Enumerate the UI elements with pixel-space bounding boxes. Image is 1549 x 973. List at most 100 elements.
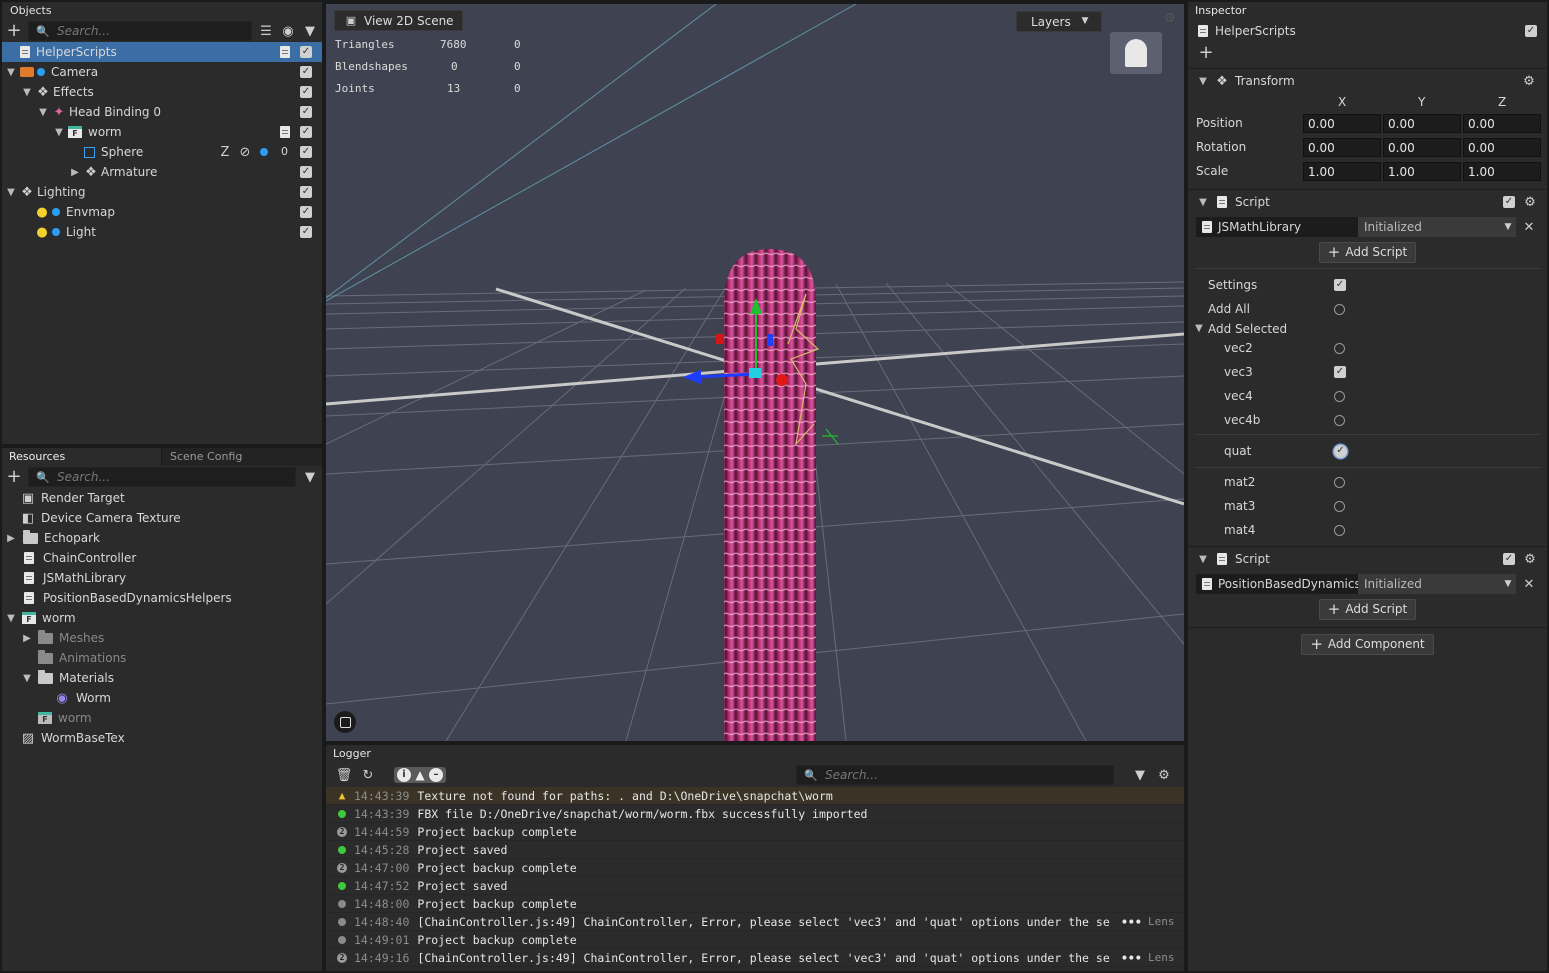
chevron-down-icon[interactable]: ▼ bbox=[1198, 197, 1208, 208]
setting-checkbox[interactable]: ✓ bbox=[1334, 366, 1346, 378]
view-2d-scene-button[interactable]: ▣ View 2D Scene bbox=[334, 10, 463, 31]
setting-checkbox[interactable]: ✓ bbox=[1334, 444, 1347, 458]
warning-icon[interactable]: ▲ bbox=[413, 768, 427, 782]
rotation-z-field[interactable]: 0.00 bbox=[1463, 137, 1541, 157]
log-row[interactable]: 14:48:00 Project backup complete bbox=[326, 895, 1184, 913]
log-row[interactable]: 14:49:01 Project backup complete bbox=[326, 931, 1184, 949]
resource-jsmathlibrary[interactable]: JSMathLibrary bbox=[2, 568, 322, 588]
logger-search-input[interactable]: 🔍 Search... bbox=[796, 765, 1114, 785]
list-options-icon[interactable]: ☰ bbox=[258, 23, 274, 39]
chevron-right-icon[interactable]: ▶ bbox=[6, 533, 16, 544]
gear-icon[interactable]: ⚙ bbox=[1156, 767, 1172, 783]
viewport-settings-icon[interactable]: ⚙ bbox=[1162, 10, 1178, 26]
tree-item-head-binding[interactable]: ▼ ✦ Head Binding 0 ✓ bbox=[2, 102, 322, 122]
view-cube[interactable] bbox=[1110, 32, 1162, 74]
resource-chaincontroller[interactable]: ChainController bbox=[2, 548, 322, 568]
enabled-checkbox[interactable]: ✓ bbox=[300, 146, 312, 158]
setting-checkbox[interactable] bbox=[1334, 500, 1345, 512]
more-icon[interactable]: ••• bbox=[1121, 915, 1142, 929]
resource-meshes[interactable]: ▶ Meshes bbox=[2, 628, 322, 648]
setting-checkbox[interactable] bbox=[1334, 303, 1345, 315]
add-component-button[interactable]: + Add Component bbox=[1301, 633, 1434, 655]
enabled-checkbox[interactable]: ✓ bbox=[300, 226, 312, 238]
tree-item-worm[interactable]: ▼ F worm ✓ bbox=[2, 122, 322, 142]
enabled-checkbox[interactable]: ✓ bbox=[300, 86, 312, 98]
eye-icon[interactable]: ◉ bbox=[280, 23, 296, 39]
script1-enabled-checkbox[interactable]: ✓ bbox=[1503, 196, 1515, 208]
resource-worm-mesh[interactable]: F worm bbox=[2, 708, 322, 728]
filter-icon[interactable]: ▼ bbox=[1132, 767, 1148, 783]
chevron-down-icon[interactable]: ▼ bbox=[6, 187, 16, 198]
chevron-down-icon[interactable]: ▼ bbox=[6, 67, 16, 78]
chevron-down-icon[interactable]: ▼ bbox=[1198, 76, 1208, 87]
scene-viewport[interactable]: ▣ View 2D Scene Layers ▼ ⚙ Triangles 768… bbox=[326, 4, 1184, 741]
chevron-down-icon[interactable]: ▼ bbox=[1194, 323, 1204, 334]
resource-worm-material[interactable]: ◉ Worm bbox=[2, 688, 322, 708]
resource-echopark[interactable]: ▶ Echopark bbox=[2, 528, 322, 548]
transform-header[interactable]: ▼ ❖ Transform ⚙ bbox=[1188, 68, 1547, 93]
log-row[interactable]: 2 14:47:00 Project backup complete bbox=[326, 859, 1184, 877]
filter-icon[interactable]: ▼ bbox=[302, 469, 318, 485]
add-icon[interactable]: + bbox=[6, 22, 22, 40]
resource-device-camera-texture[interactable]: ◧ Device Camera Texture bbox=[2, 508, 322, 528]
setting-checkbox[interactable] bbox=[1334, 414, 1345, 426]
chevron-right-icon[interactable]: ▶ bbox=[22, 633, 32, 644]
close-icon[interactable]: ✕ bbox=[1521, 576, 1537, 592]
add-script-button[interactable]: + Add Script bbox=[1318, 598, 1417, 620]
scale-z-field[interactable]: 1.00 bbox=[1463, 161, 1541, 181]
enabled-checkbox[interactable]: ✓ bbox=[300, 186, 312, 198]
log-row[interactable]: 14:50:02 Project backup complete bbox=[326, 967, 1184, 972]
tree-item-sphere[interactable]: Sphere Z ⊘ 0 ✓ bbox=[2, 142, 322, 162]
setting-checkbox[interactable] bbox=[1334, 524, 1345, 536]
add-script-button[interactable]: + Add Script bbox=[1318, 241, 1417, 263]
error-icon[interactable]: – bbox=[429, 768, 443, 782]
log-row[interactable]: 14:45:28 Project saved bbox=[326, 841, 1184, 859]
position-z-field[interactable]: 0.00 bbox=[1463, 113, 1541, 133]
log-row[interactable]: 2 14:44:59 Project backup complete bbox=[326, 823, 1184, 841]
position-y-field[interactable]: 0.00 bbox=[1383, 113, 1461, 133]
tree-item-light[interactable]: ● Light ✓ bbox=[2, 222, 322, 242]
chevron-down-icon[interactable]: ▼ bbox=[22, 87, 32, 98]
tab-scene-config[interactable]: Scene Config bbox=[161, 448, 322, 466]
refresh-icon[interactable]: ↻ bbox=[360, 767, 376, 783]
filter-icon[interactable]: ▼ bbox=[302, 23, 318, 39]
position-x-field[interactable]: 0.00 bbox=[1303, 113, 1381, 133]
chevron-down-icon[interactable]: ▼ bbox=[6, 613, 16, 624]
setting-checkbox[interactable]: ✓ bbox=[1334, 279, 1346, 291]
scale-y-field[interactable]: 1.00 bbox=[1383, 161, 1461, 181]
resource-materials[interactable]: ▼ Materials bbox=[2, 668, 322, 688]
add-icon[interactable]: + bbox=[6, 468, 22, 486]
resource-render-target[interactable]: ▣ Render Target bbox=[2, 488, 322, 508]
tree-item-effects[interactable]: ▼ ❖ Effects ✓ bbox=[2, 82, 322, 102]
chevron-down-icon[interactable]: ▼ bbox=[38, 107, 48, 118]
enabled-checkbox[interactable]: ✓ bbox=[300, 66, 312, 78]
more-icon[interactable]: ••• bbox=[1121, 951, 1142, 965]
resource-wormbasetex[interactable]: ▨ WormBaseTex bbox=[2, 728, 322, 748]
object-enabled-checkbox[interactable]: ✓ bbox=[1525, 25, 1537, 37]
toggle-2d-overlay-button[interactable] bbox=[334, 711, 356, 733]
setting-checkbox[interactable] bbox=[1334, 342, 1345, 354]
gear-icon[interactable]: ⚙ bbox=[1522, 194, 1538, 210]
gear-icon[interactable]: ⚙ bbox=[1521, 73, 1537, 89]
setting-checkbox[interactable] bbox=[1334, 476, 1345, 488]
setting-checkbox[interactable] bbox=[1334, 390, 1345, 402]
script2-asset-field[interactable]: PositionBasedDynamicsH bbox=[1196, 574, 1360, 594]
trash-icon[interactable]: 🗑 bbox=[336, 767, 353, 783]
objects-search-input[interactable]: 🔍 Search... bbox=[28, 21, 252, 41]
script1-status-dropdown[interactable]: Initialized ▼ bbox=[1358, 217, 1516, 237]
resource-worm-prefab[interactable]: ▼ F worm bbox=[2, 608, 322, 628]
scale-x-field[interactable]: 1.00 bbox=[1303, 161, 1381, 181]
log-row[interactable]: 14:43:39 FBX file D:/OneDrive/snapchat/wo… bbox=[326, 805, 1184, 823]
log-row[interactable]: 14:48:40 [ChainController.js:49] ChainCon… bbox=[326, 913, 1184, 931]
chevron-right-icon[interactable]: ▶ bbox=[70, 167, 80, 178]
script2-header[interactable]: ▼ Script ✓ ⚙ bbox=[1188, 546, 1547, 571]
chevron-down-icon[interactable]: ▼ bbox=[1198, 554, 1208, 565]
resource-animations[interactable]: Animations bbox=[2, 648, 322, 668]
chevron-down-icon[interactable]: ▼ bbox=[54, 127, 64, 138]
resources-search-input[interactable]: 🔍 Search... bbox=[28, 467, 296, 487]
tree-item-helperscripts[interactable]: HelperScripts ✓ bbox=[2, 42, 322, 62]
enabled-checkbox[interactable]: ✓ bbox=[300, 206, 312, 218]
log-row[interactable]: 2 14:49:16 [ChainController.js:49] ChainCo… bbox=[326, 949, 1184, 967]
script1-asset-field[interactable]: JSMathLibrary bbox=[1196, 217, 1360, 237]
tree-item-envmap[interactable]: ● Envmap ✓ bbox=[2, 202, 322, 222]
